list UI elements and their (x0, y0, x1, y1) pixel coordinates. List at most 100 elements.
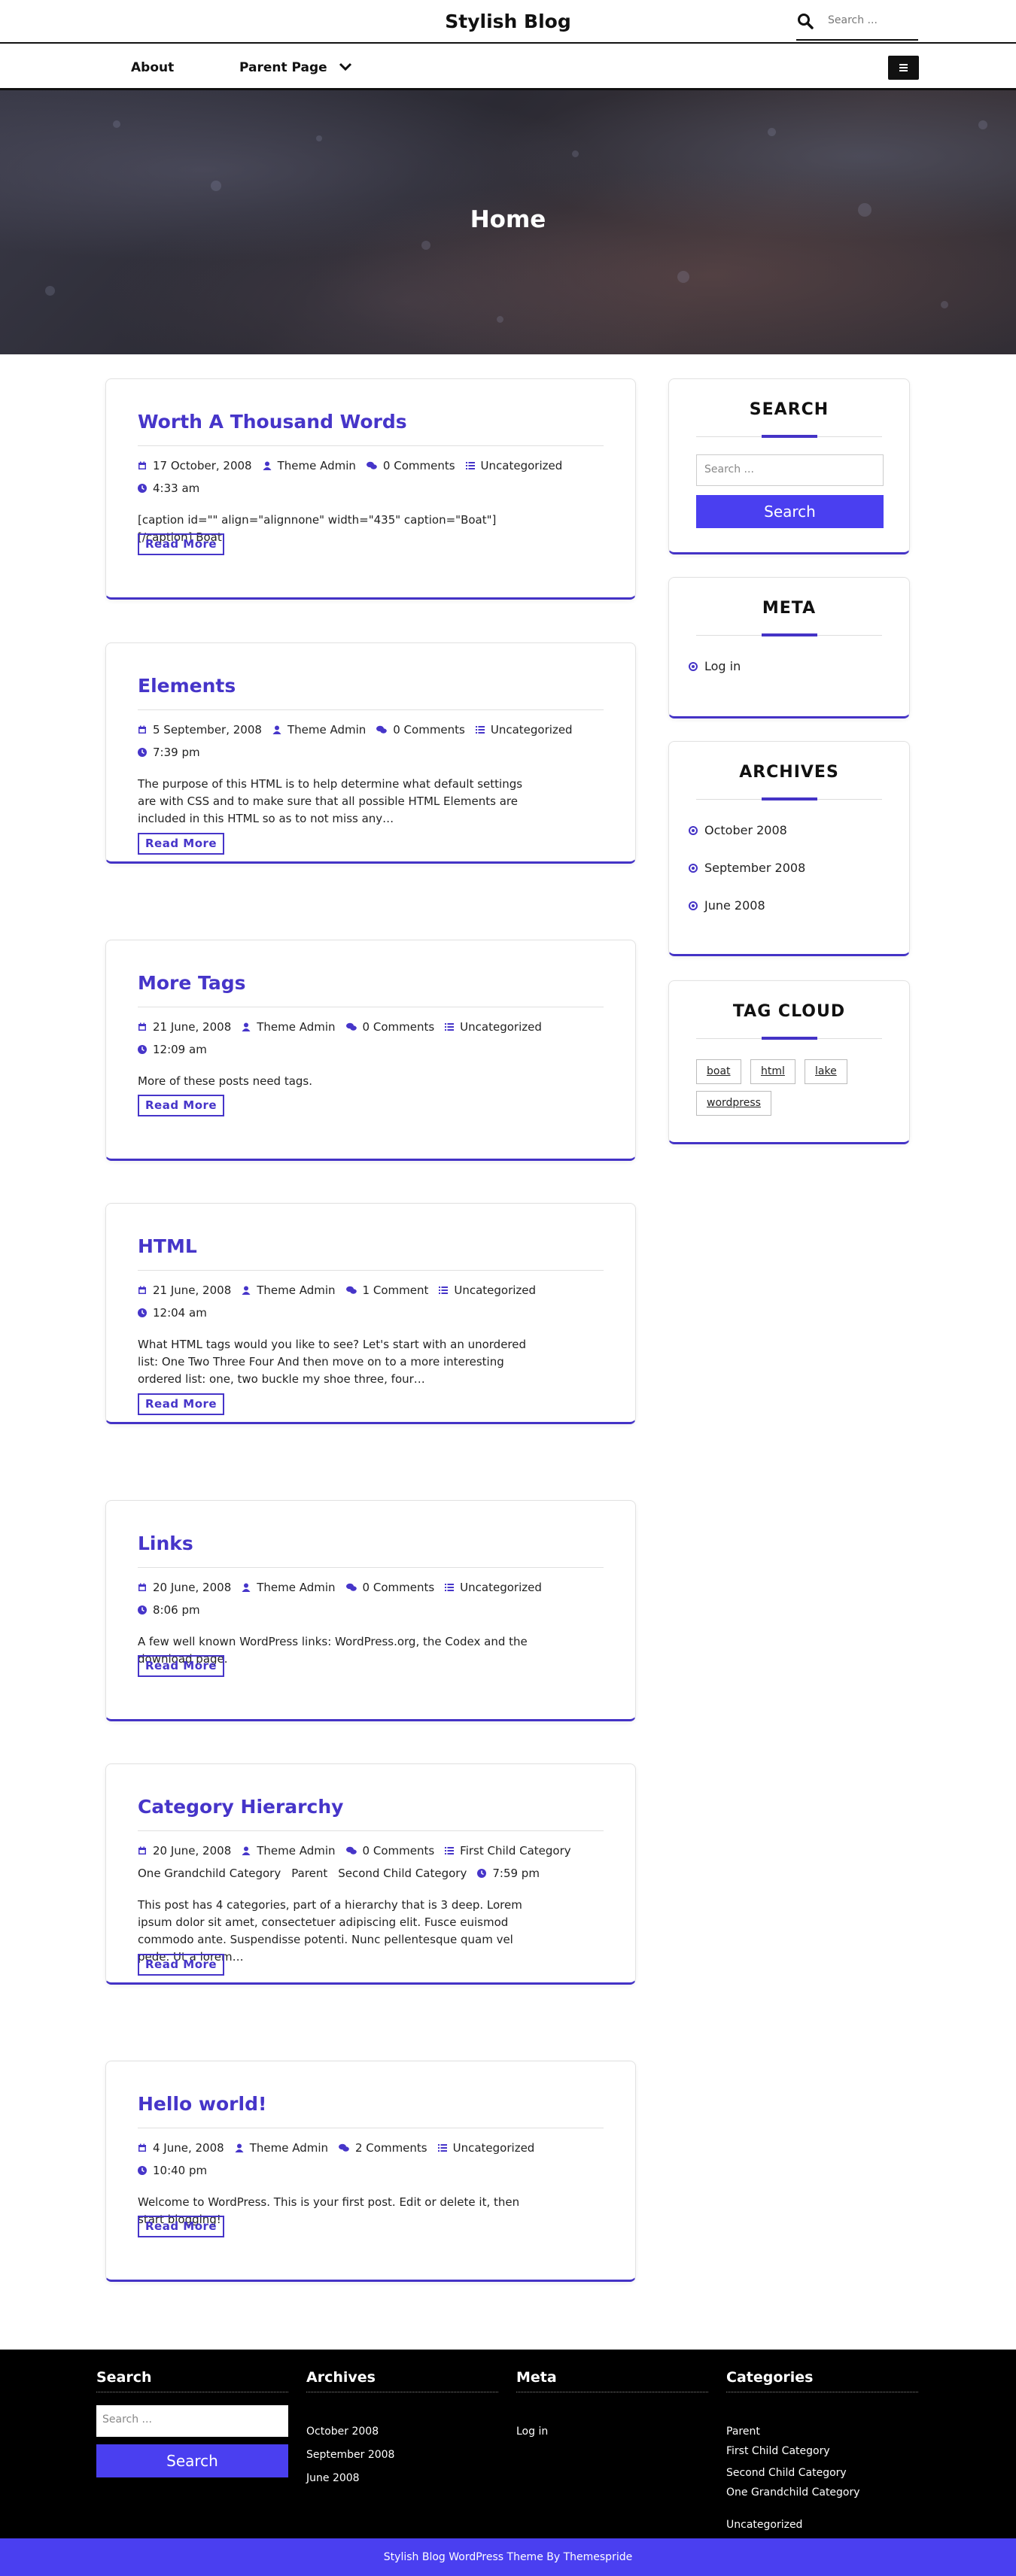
post-author-text[interactable]: Theme Admin (257, 1020, 335, 1034)
post-comments-text[interactable]: 0 Comments (363, 1020, 435, 1034)
post-date-text[interactable]: 17 October, 2008 (153, 459, 252, 472)
post-date[interactable]: 20 June, 2008 (138, 1576, 231, 1599)
footer-archive-link[interactable]: June 2008 (306, 2472, 360, 2484)
post-title[interactable]: HTML (138, 1235, 197, 1257)
chevron-down-icon[interactable] (339, 62, 352, 71)
sidebar-search-input[interactable]: Search ... (696, 454, 884, 486)
menu-toggle-button[interactable] (888, 56, 919, 80)
post-author[interactable]: Theme Admin (242, 1576, 336, 1599)
post-author-text[interactable]: Theme Admin (257, 1581, 335, 1594)
read-more-button[interactable]: Read More (138, 1393, 225, 1415)
post-date[interactable]: 21 June, 2008 (138, 1279, 231, 1302)
post-category[interactable]: Uncategorized (437, 2137, 534, 2159)
post-author[interactable]: Theme Admin (242, 1839, 336, 1862)
post-author-text[interactable]: Theme Admin (257, 1844, 335, 1858)
post-category-link[interactable]: Uncategorized (454, 1283, 536, 1297)
meta-link-login[interactable]: Log in (704, 659, 741, 673)
post-category[interactable]: Uncategorized (439, 1279, 536, 1302)
post-date-text[interactable]: 20 June, 2008 (153, 1844, 231, 1858)
footer-category-link[interactable]: Parent (726, 2426, 760, 2438)
post-author-text[interactable]: Theme Admin (257, 1283, 335, 1297)
post-title[interactable]: Links (138, 1533, 193, 1554)
footer-credit[interactable]: Stylish Blog WordPress Theme By Themespr… (0, 2538, 1016, 2576)
archive-item[interactable]: October 2008 (689, 823, 787, 837)
post-category[interactable]: Uncategorized (475, 718, 573, 741)
post-comments[interactable]: 0 Comments (366, 454, 455, 477)
tag-link[interactable]: boat (696, 1059, 741, 1084)
post-author-text[interactable]: Theme Admin (278, 459, 356, 472)
search-icon[interactable] (796, 12, 814, 30)
tag-link[interactable]: html (750, 1059, 795, 1084)
post-category-link[interactable]: Uncategorized (460, 1020, 542, 1034)
post-category[interactable]: One Grandchild Category (138, 1862, 281, 1885)
post-author-text[interactable]: Theme Admin (250, 2141, 328, 2155)
read-more-button[interactable]: Read More (138, 533, 225, 555)
meta-item[interactable]: Log in (689, 659, 741, 673)
post-comments[interactable]: 0 Comments (345, 1576, 435, 1599)
sidebar-search-button[interactable]: Search (696, 495, 884, 528)
footer-category-link[interactable]: Second Child Category (726, 2467, 847, 2479)
read-more-button[interactable]: Read More (138, 1655, 225, 1677)
footer-search-button[interactable]: Search (96, 2444, 288, 2477)
post-category-link[interactable]: Uncategorized (491, 723, 573, 737)
post-title[interactable]: Category Hierarchy (138, 1796, 343, 1818)
post-date-text[interactable]: 5 September, 2008 (153, 723, 262, 737)
post-date-text[interactable]: 21 June, 2008 (153, 1283, 231, 1297)
post-category[interactable]: First Child Category (445, 1839, 571, 1862)
post-title[interactable]: Elements (138, 675, 236, 697)
post-date[interactable]: 4 June, 2008 (138, 2137, 224, 2159)
post-date-text[interactable]: 21 June, 2008 (153, 1020, 231, 1034)
post-author[interactable]: Theme Admin (272, 718, 366, 741)
post-date[interactable]: 17 October, 2008 (138, 454, 252, 477)
footer-meta-link[interactable]: Log in (516, 2426, 548, 2438)
footer-archive-link[interactable]: September 2008 (306, 2449, 394, 2461)
post-author[interactable]: Theme Admin (263, 454, 356, 477)
post-comments-text[interactable]: 0 Comments (363, 1844, 435, 1858)
post-category[interactable]: Uncategorized (445, 1576, 542, 1599)
post-category-link[interactable]: Parent (291, 1867, 327, 1880)
post-title[interactable]: Hello world! (138, 2093, 266, 2115)
post-category[interactable]: Second Child Category (338, 1862, 467, 1885)
read-more-button[interactable]: Read More (138, 1954, 225, 1976)
tag-link[interactable]: wordpress (696, 1091, 771, 1116)
post-comments[interactable]: 0 Comments (376, 718, 465, 741)
nav-item-about[interactable]: About (131, 60, 174, 75)
post-author-text[interactable]: Theme Admin (287, 723, 366, 737)
post-category-link[interactable]: First Child Category (460, 1844, 570, 1858)
post-date[interactable]: 5 September, 2008 (138, 718, 262, 741)
post-title[interactable]: More Tags (138, 972, 246, 994)
post-comments-text[interactable]: 0 Comments (383, 459, 455, 472)
post-comments-text[interactable]: 0 Comments (363, 1581, 435, 1594)
post-comments-text[interactable]: 0 Comments (393, 723, 465, 737)
footer-search-input[interactable]: Search ... (96, 2405, 288, 2437)
archive-link[interactable]: October 2008 (704, 823, 787, 837)
read-more-button[interactable]: Read More (138, 833, 225, 855)
footer-archive-link[interactable]: October 2008 (306, 2426, 379, 2438)
archive-item[interactable]: September 2008 (689, 861, 805, 875)
footer-category-link[interactable]: First Child Category (726, 2445, 830, 2457)
post-date-text[interactable]: 4 June, 2008 (153, 2141, 224, 2155)
archive-link[interactable]: June 2008 (704, 898, 765, 913)
post-category[interactable]: Parent (291, 1862, 327, 1885)
header-search-input[interactable]: Search ... (828, 14, 878, 26)
post-category-link[interactable]: Uncategorized (460, 1581, 542, 1594)
post-category-link[interactable]: One Grandchild Category (138, 1867, 281, 1880)
post-author[interactable]: Theme Admin (235, 2137, 328, 2159)
read-more-button[interactable]: Read More (138, 1095, 225, 1116)
nav-item-parent-page[interactable]: Parent Page (239, 60, 327, 75)
post-category-link[interactable]: Uncategorized (481, 459, 563, 472)
read-more-button[interactable]: Read More (138, 2216, 225, 2237)
post-date[interactable]: 21 June, 2008 (138, 1016, 231, 1038)
tag-link[interactable]: lake (805, 1059, 847, 1084)
post-date-text[interactable]: 20 June, 2008 (153, 1581, 231, 1594)
archive-item[interactable]: June 2008 (689, 898, 765, 913)
header-search[interactable]: Search ... (796, 9, 918, 41)
post-comments-text[interactable]: 1 Comment (363, 1283, 429, 1297)
post-comments[interactable]: 1 Comment (345, 1279, 429, 1302)
footer-category-link[interactable]: One Grandchild Category (726, 2486, 860, 2499)
post-category-link[interactable]: Second Child Category (338, 1867, 467, 1880)
post-author[interactable]: Theme Admin (242, 1279, 336, 1302)
archive-link[interactable]: September 2008 (704, 861, 805, 875)
post-comments[interactable]: 0 Comments (345, 1839, 435, 1862)
post-category[interactable]: Uncategorized (465, 454, 563, 477)
